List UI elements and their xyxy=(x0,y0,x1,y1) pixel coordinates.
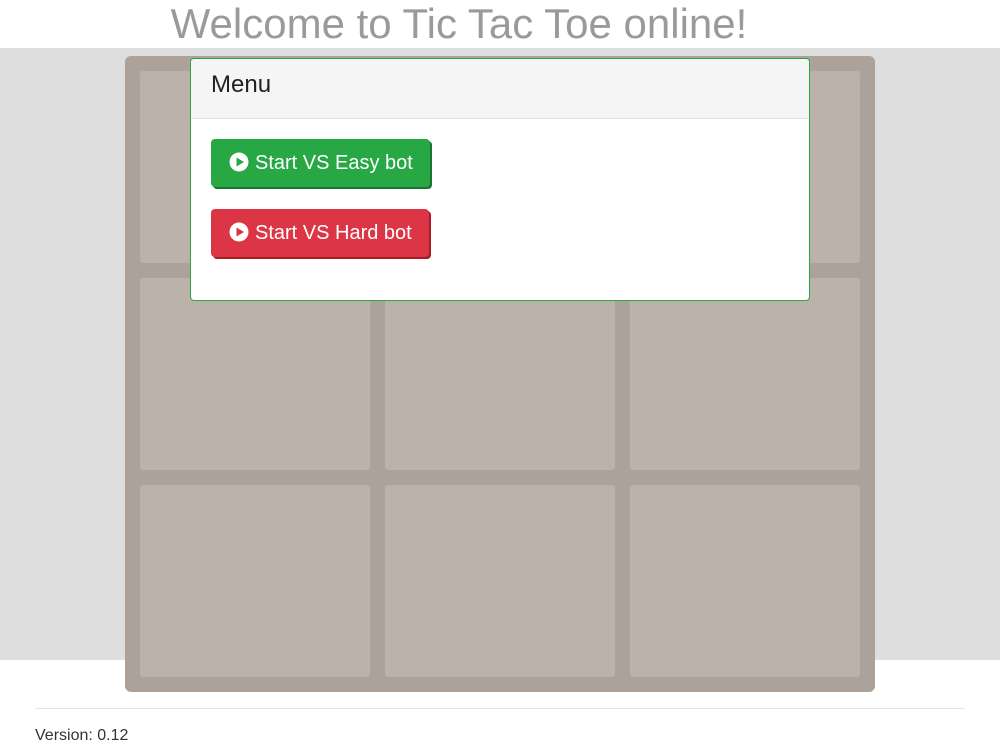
page: Welcome to Tic Tac Toe online! Version: … xyxy=(0,0,1000,749)
board-cell-9[interactable] xyxy=(630,485,860,677)
play-circle-icon xyxy=(229,222,249,242)
board-cell-8[interactable] xyxy=(385,485,615,677)
board-cell-6[interactable] xyxy=(630,278,860,470)
board-cell-4[interactable] xyxy=(140,278,370,470)
version-text: Version: 0.12 xyxy=(35,727,129,744)
start-hard-bot-label: Start VS Hard bot xyxy=(255,222,412,244)
start-easy-bot-label: Start VS Easy bot xyxy=(255,152,413,174)
play-circle-icon xyxy=(229,152,249,172)
start-easy-bot-button[interactable]: Start VS Easy bot xyxy=(211,139,430,187)
menu-title: Menu xyxy=(191,59,809,119)
menu-panel: Menu Start VS Easy bot Start VS Hard bot xyxy=(190,58,810,301)
start-hard-bot-button[interactable]: Start VS Hard bot xyxy=(211,209,429,257)
board-cell-7[interactable] xyxy=(140,485,370,677)
board-cell-5[interactable] xyxy=(385,278,615,470)
footer-divider xyxy=(35,708,965,709)
page-title: Welcome to Tic Tac Toe online! xyxy=(170,0,748,47)
